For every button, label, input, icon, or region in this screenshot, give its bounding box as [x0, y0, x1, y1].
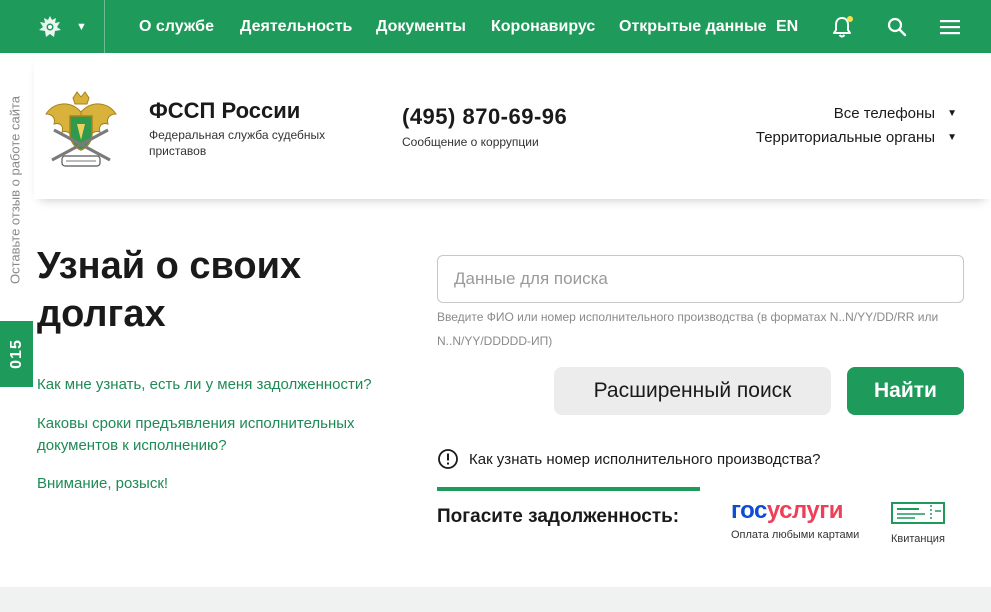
feedback-tab[interactable]: Оставьте отзыв о работе сайта: [0, 80, 30, 300]
menu-button[interactable]: [934, 0, 966, 53]
exclamation-circle-icon: [438, 449, 458, 469]
how-to-know-link[interactable]: Как узнать номер исполнительного произво…: [437, 448, 820, 470]
territorial-bodies-dropdown[interactable]: Территориальные органы ▼: [756, 129, 957, 146]
corruption-report-link[interactable]: Сообщение о коррупции: [402, 135, 539, 149]
chevron-down-icon: ▼: [76, 20, 87, 33]
gosuslugi-logo-gos: гос: [731, 497, 767, 524]
notification-dot: [847, 16, 853, 22]
deadlines-link[interactable]: Каковы сроки предъявления исполнительных…: [37, 413, 397, 457]
receipt-link[interactable]: Квитанция: [891, 502, 953, 545]
territorial-bodies-label: Территориальные органы: [755, 129, 936, 146]
gosuslugi-logo-uslugi: услуги: [766, 497, 844, 524]
find-button[interactable]: Найти: [847, 367, 964, 415]
all-phones-dropdown[interactable]: Все телефоны ▼: [834, 105, 957, 122]
nav-item-open-data[interactable]: Открытые данные: [619, 18, 767, 36]
chevron-down-icon: ▼: [947, 108, 957, 119]
side-badge[interactable]: 015: [0, 321, 33, 387]
search-button[interactable]: [881, 0, 913, 53]
feedback-label: Оставьте отзыв о работе сайта: [7, 95, 23, 285]
search-input[interactable]: [437, 255, 964, 303]
gosuslugi-logo: госуслуги: [731, 497, 871, 525]
search-icon: [887, 17, 907, 36]
gosuslugi-caption: Оплата любыми картами: [731, 529, 860, 541]
emblem-menu-toggle[interactable]: ▼: [0, 0, 105, 53]
footer-strip: [0, 587, 991, 612]
nav-item-documents[interactable]: Документы: [376, 18, 466, 36]
fssp-logo[interactable]: [42, 90, 120, 170]
site-header: ФССП России Федеральная служба судебных …: [34, 53, 991, 199]
top-nav-bar: ▼ О службе Деятельность Документы Корона…: [0, 0, 991, 53]
divider: [437, 487, 700, 491]
phone-number[interactable]: (495) 870-69-96: [402, 104, 567, 130]
debt-check-link[interactable]: Как мне узнать, есть ли у меня задолженн…: [37, 374, 417, 396]
nav-item-activity[interactable]: Деятельность: [240, 18, 352, 36]
search-hint: Введите ФИО или номер исполнительного пр…: [437, 310, 939, 348]
nav-item-about[interactable]: О службе: [139, 18, 214, 36]
side-badge-label: 015: [7, 339, 25, 369]
how-to-know-label: Как узнать номер исполнительного произво…: [469, 450, 821, 468]
all-phones-label: Все телефоны: [833, 105, 936, 122]
language-switch[interactable]: EN: [776, 18, 798, 36]
page-title: Узнай о своих долгах: [37, 245, 302, 335]
emblem-icon: [39, 15, 61, 37]
notifications-button[interactable]: [826, 0, 858, 53]
chevron-down-icon: ▼: [947, 132, 957, 143]
receipt-icon: [891, 502, 945, 524]
org-subtitle: Федеральная служба судебных приставов: [149, 128, 326, 158]
menu-icon: [940, 19, 960, 34]
wanted-link[interactable]: Внимание, розыск!: [37, 473, 337, 495]
receipt-caption: Квитанция: [891, 533, 945, 545]
pay-debt-label: Погасите задолженность:: [437, 506, 680, 527]
nav-item-coronavirus[interactable]: Коронавирус: [491, 18, 595, 36]
gosuslugi-payment-link[interactable]: госуслуги Оплата любыми картами: [731, 497, 871, 541]
org-name[interactable]: ФССП России: [149, 98, 300, 124]
advanced-search-button[interactable]: Расширенный поиск: [554, 367, 831, 415]
